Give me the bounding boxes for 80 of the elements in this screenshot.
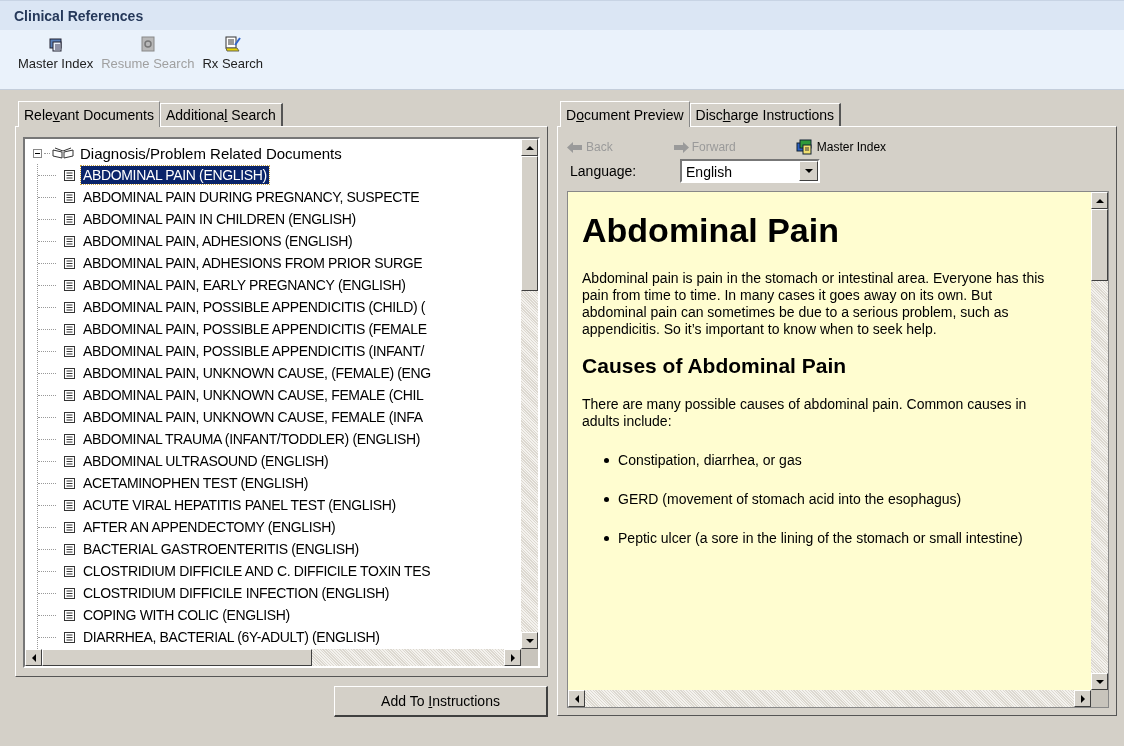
tree-item[interactable]: ABDOMINAL ULTRASOUND (ENGLISH) <box>81 452 331 470</box>
vertical-scrollbar[interactable] <box>521 139 539 649</box>
tree-item[interactable]: Diagnosis/Problem Related Documents <box>76 144 342 162</box>
tree-item[interactable]: ABDOMINAL PAIN, ADHESIONS FROM PRIOR SURGE <box>81 254 425 272</box>
bullet-icon <box>604 536 610 541</box>
tree-item[interactable]: ABDOMINAL PAIN, EARLY PREGNANCY (ENGLISH) <box>81 276 408 294</box>
books-icon <box>795 139 814 155</box>
document-icon <box>64 213 75 225</box>
language-dropdown[interactable]: English <box>680 159 821 183</box>
document-icon <box>64 411 75 423</box>
books-icon <box>47 36 64 52</box>
paragraph: Abdominal pain is pain in the stomach or intestinal area. Everyone has this pain from time to time. In many cases it goes away on its own. But abdominal pain can sometimes be due to a serious problem, such as appendicitis. So it’s important to know when to seek help. <box>582 270 1046 338</box>
tab[interactable]: Additional Search <box>159 103 283 126</box>
tab[interactable]: Relevant Documents <box>18 101 160 127</box>
tree-item[interactable]: CLOSTRIDIUM DIFFICILE INFECTION (ENGLISH) <box>81 584 392 602</box>
tree-item[interactable]: ABDOMINAL PAIN (ENGLISH) <box>81 166 269 184</box>
tree-item[interactable]: BACTERIAL GASTROENTERITIS (ENGLISH) <box>81 540 361 558</box>
horizontal-scrollbar[interactable] <box>568 690 1091 707</box>
document-icon <box>64 631 75 643</box>
open-book-icon <box>52 147 74 159</box>
tree-item[interactable]: ABDOMINAL PAIN, ADHESIONS (ENGLISH) <box>81 232 355 250</box>
nav-button[interactable]: Master Index <box>795 139 887 155</box>
document-icon <box>64 323 75 335</box>
scrollbar-corner <box>1091 690 1108 707</box>
tree-item[interactable]: DIARRHEA, BACTERIAL (6Y-ADULT) (ENGLISH) <box>81 628 382 646</box>
tree-item[interactable]: AFTER AN APPENDECTOMY (ENGLISH) <box>81 518 338 536</box>
document-icon <box>64 235 75 247</box>
tree-item[interactable]: ABDOMINAL TRAUMA (INFANT/TODDLER) (ENGLISH) <box>81 430 423 448</box>
tree-item[interactable]: ABDOMINAL PAIN, UNKNOWN CAUSE, FEMALE (INFA <box>81 408 425 426</box>
document-icon <box>64 477 75 489</box>
document-icon <box>64 565 75 577</box>
bullet-icon <box>604 458 610 463</box>
toolbar-button[interactable]: Rx Search <box>202 36 264 71</box>
document-icon <box>64 609 75 621</box>
document-icon <box>64 587 75 599</box>
bullet-icon <box>604 497 610 502</box>
window-title: Clinical References <box>14 7 144 24</box>
right-arrow-icon <box>672 141 689 153</box>
section-heading: Causes of Abdominal Pain <box>582 354 848 378</box>
document-icon <box>64 521 75 533</box>
tree-item[interactable]: COPING WITH COLIC (ENGLISH) <box>81 606 292 624</box>
horizontal-scrollbar[interactable] <box>25 649 522 666</box>
tree-item[interactable]: ABDOMINAL PAIN, POSSIBLE APPENDICITIS (FEMALE <box>81 320 429 338</box>
document-icon <box>64 257 75 269</box>
language-label: Language: <box>569 163 638 179</box>
add-to-instructions-button[interactable]: Add To Instructions <box>334 686 549 717</box>
document-search-icon <box>140 36 155 52</box>
tree-item[interactable]: ACUTE VIRAL HEPATITIS PANEL TEST (ENGLISH) <box>81 496 398 514</box>
vertical-scrollbar[interactable] <box>1091 192 1108 690</box>
tab[interactable]: Discharge Instructions <box>689 103 842 126</box>
list-item: GERD (movement of stomach acid into the esophagus) <box>618 491 962 508</box>
document-icon <box>64 301 75 313</box>
paragraph: There are many possible causes of abdominal pain. Common causes in adults include: <box>582 396 1028 430</box>
document-icon <box>64 389 75 401</box>
tab[interactable]: Document Preview <box>560 101 690 127</box>
notepad-pen-icon <box>224 36 241 52</box>
list-item: Constipation, diarrhea, or gas <box>618 452 802 469</box>
document-icon <box>64 279 75 291</box>
document-icon <box>64 433 75 445</box>
scrollbar-corner <box>521 649 539 666</box>
tree-item[interactable]: ABDOMINAL PAIN DURING PREGNANCY, SUSPECTE <box>81 188 422 206</box>
document-icon <box>64 367 75 379</box>
document-icon <box>64 543 75 555</box>
document-heading: Abdominal Pain <box>582 210 840 250</box>
tree-item[interactable]: ABDOMINAL PAIN, UNKNOWN CAUSE, FEMALE (CHIL <box>81 386 426 404</box>
document-icon <box>64 455 75 467</box>
tree-item[interactable]: CLOSTRIDIUM DIFFICILE AND C. DIFFICILE TOXIN TES <box>81 562 433 580</box>
tree-item[interactable]: ABDOMINAL PAIN, UNKNOWN CAUSE, (FEMALE) (ENG <box>81 364 433 382</box>
tree-item[interactable]: ABDOMINAL PAIN IN CHILDREN (ENGLISH) <box>81 210 358 228</box>
collapse-toggle[interactable] <box>33 148 42 158</box>
tree-item[interactable]: ABDOMINAL PAIN, POSSIBLE APPENDICITIS (CHILD) ( <box>81 298 428 316</box>
document-icon <box>64 345 75 357</box>
tree-item[interactable]: ABDOMINAL PAIN, POSSIBLE APPENDICITIS (INFANT/ <box>81 342 426 360</box>
document-icon <box>64 499 75 511</box>
left-arrow-icon <box>567 141 584 153</box>
document-icon <box>64 169 75 181</box>
toolbar-button[interactable]: Master Index <box>18 36 94 71</box>
list-item: Peptic ulcer (a sore in the lining of the stomach or small intestine) <box>618 530 1023 547</box>
document-icon <box>64 191 75 203</box>
tree-item[interactable]: ACETAMINOPHEN TEST (ENGLISH) <box>81 474 311 492</box>
